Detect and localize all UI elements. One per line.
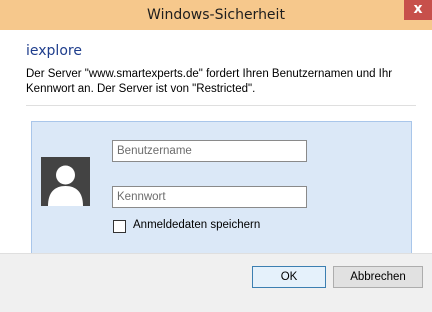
close-button[interactable]: x [404, 0, 432, 20]
remember-credentials-label: Anmeldedaten speichern [133, 219, 261, 231]
user-silhouette-icon [41, 157, 90, 206]
password-input[interactable] [112, 186, 307, 208]
dialog-body: iexplore Der Server "www.smartexperts.de… [0, 30, 432, 312]
app-name: iexplore [26, 43, 82, 59]
window-title: Windows-Sicherheit [147, 7, 285, 23]
server-message: Der Server "www.smartexperts.de" fordert… [26, 68, 393, 95]
username-input[interactable] [112, 140, 307, 162]
credential-panel[interactable]: Anmeldedaten speichern [31, 121, 412, 268]
security-dialog: Windows-Sicherheit x iexplore Der Server… [0, 0, 432, 312]
title-bar[interactable]: Windows-Sicherheit x [0, 0, 432, 30]
button-bar: OK Abbrechen [0, 253, 432, 312]
cancel-button[interactable]: Abbrechen [333, 266, 423, 288]
close-icon: x [413, 1, 423, 17]
remember-credentials-checkbox[interactable] [113, 220, 126, 233]
ok-button[interactable]: OK [252, 266, 326, 288]
divider [26, 105, 416, 106]
